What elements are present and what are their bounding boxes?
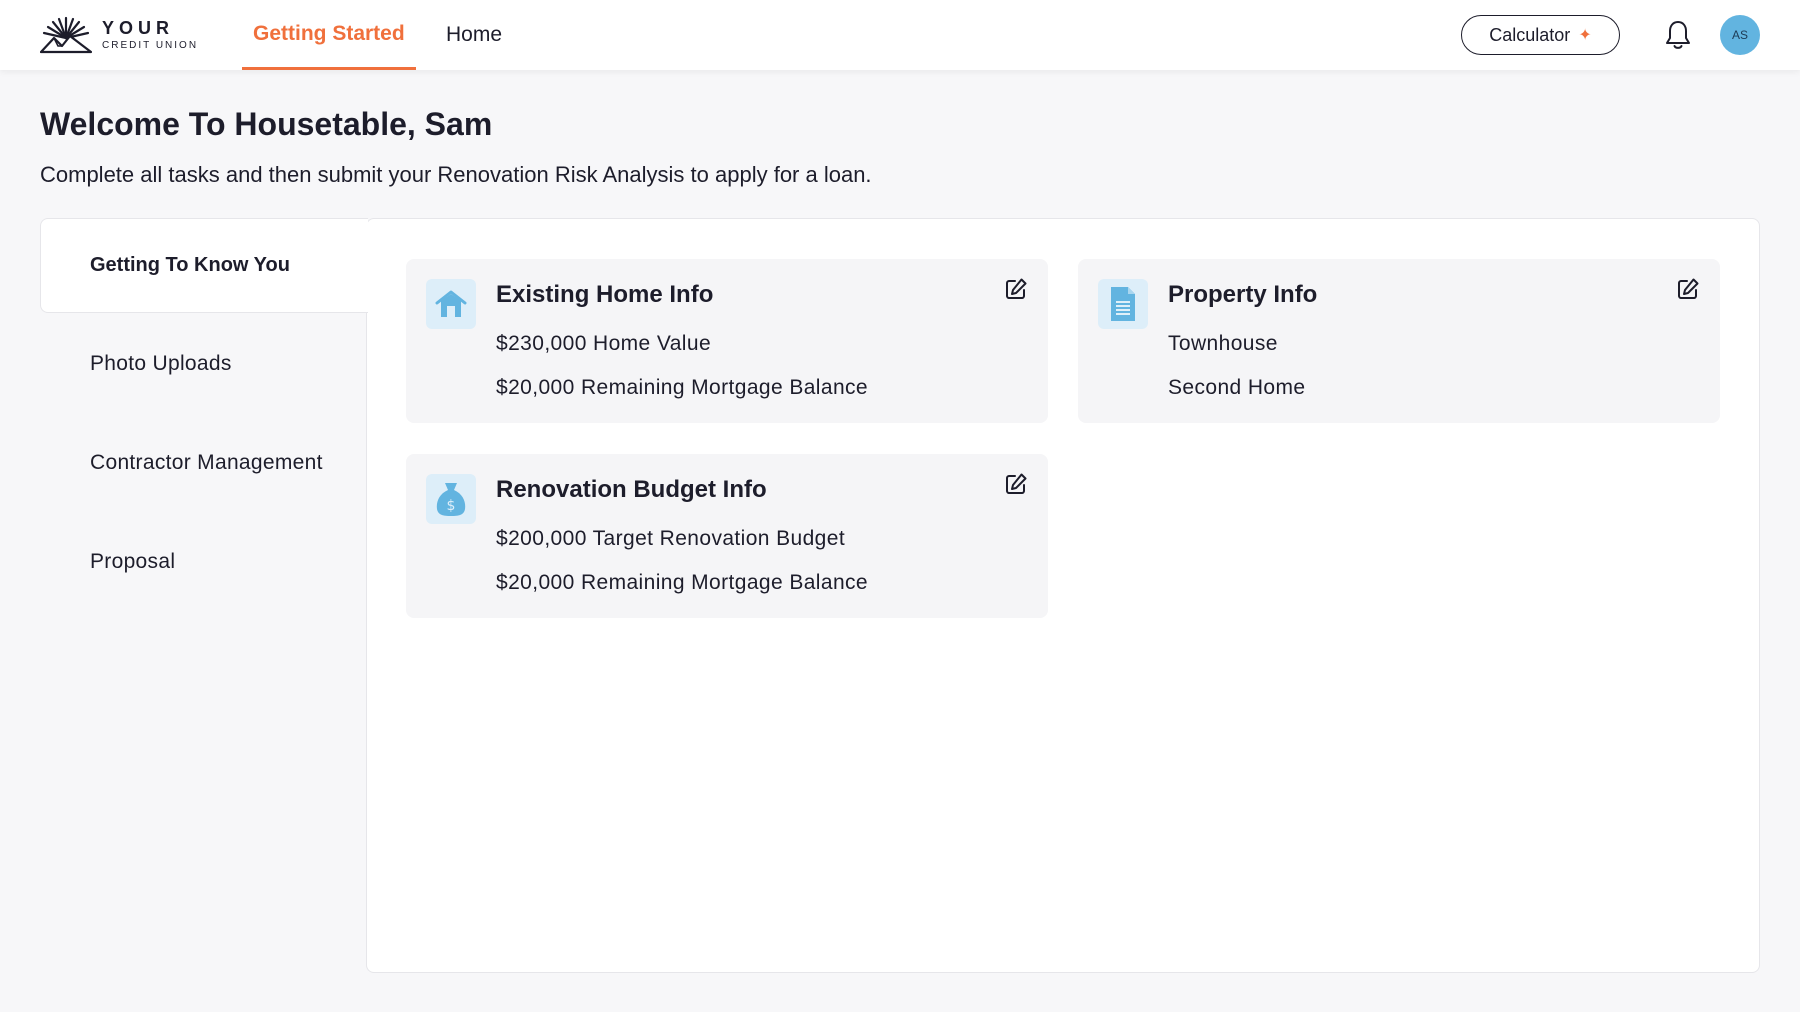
document-icon <box>1098 279 1148 329</box>
edit-icon[interactable] <box>1004 472 1028 496</box>
property-type: Townhouse <box>1168 332 1278 355</box>
tab-getting-started[interactable]: Getting Started <box>242 0 416 70</box>
remaining-mortgage-balance: $20,000 Remaining Mortgage Balance <box>496 376 869 399</box>
page-subtitle: Complete all tasks and then submit your … <box>40 162 872 187</box>
logo-word-your: YOUR <box>102 18 175 38</box>
sunburst-logo-icon <box>40 16 92 54</box>
card-title: Property Info <box>1168 281 1318 308</box>
home-value: $230,000 Home Value <box>496 332 712 355</box>
page-title: Welcome To Housetable, Sam <box>40 106 493 142</box>
renovation-budget-info-card: $ Renovation Budget Info $200,000 Target… <box>406 454 1048 618</box>
bell-icon[interactable] <box>1664 19 1692 51</box>
sidebar-item-label: Getting To Know You <box>90 254 290 276</box>
sidebar-item-contractor-management[interactable]: Contractor Management <box>90 451 323 475</box>
calculator-button-label: Calculator <box>1489 24 1571 45</box>
edit-icon[interactable] <box>1676 277 1700 301</box>
tab-home[interactable]: Home <box>446 0 502 70</box>
calculator-button[interactable]: Calculator ✦ <box>1461 15 1620 55</box>
top-navigation-bar: YOUR CREDIT UNION Getting Started Home C… <box>0 0 1800 70</box>
property-use: Second Home <box>1168 376 1306 399</box>
sidebar-item-proposal[interactable]: Proposal <box>90 550 175 574</box>
remaining-mortgage-balance: $20,000 Remaining Mortgage Balance <box>496 571 869 594</box>
house-icon <box>426 279 476 329</box>
edit-icon[interactable] <box>1004 277 1028 301</box>
logo-word-credit-union: CREDIT UNION <box>102 40 199 51</box>
card-title: Existing Home Info <box>496 281 714 308</box>
sidebar-item-photo-uploads[interactable]: Photo Uploads <box>90 352 232 376</box>
credit-union-logo[interactable]: YOUR CREDIT UNION <box>40 16 198 54</box>
target-renovation-budget: $200,000 Target Renovation Budget <box>496 527 846 550</box>
svg-text:$: $ <box>447 498 456 514</box>
money-bag-icon: $ <box>426 474 476 524</box>
sidebar-item-getting-to-know-you[interactable]: Getting To Know You <box>40 218 368 313</box>
sparkle-icon: ✦ <box>1578 27 1592 44</box>
card-title: Renovation Budget Info <box>496 476 767 503</box>
property-info-card: Property Info Townhouse Second Home <box>1078 259 1720 423</box>
existing-home-info-card: Existing Home Info $230,000 Home Value $… <box>406 259 1048 423</box>
avatar[interactable]: AS <box>1720 15 1760 55</box>
